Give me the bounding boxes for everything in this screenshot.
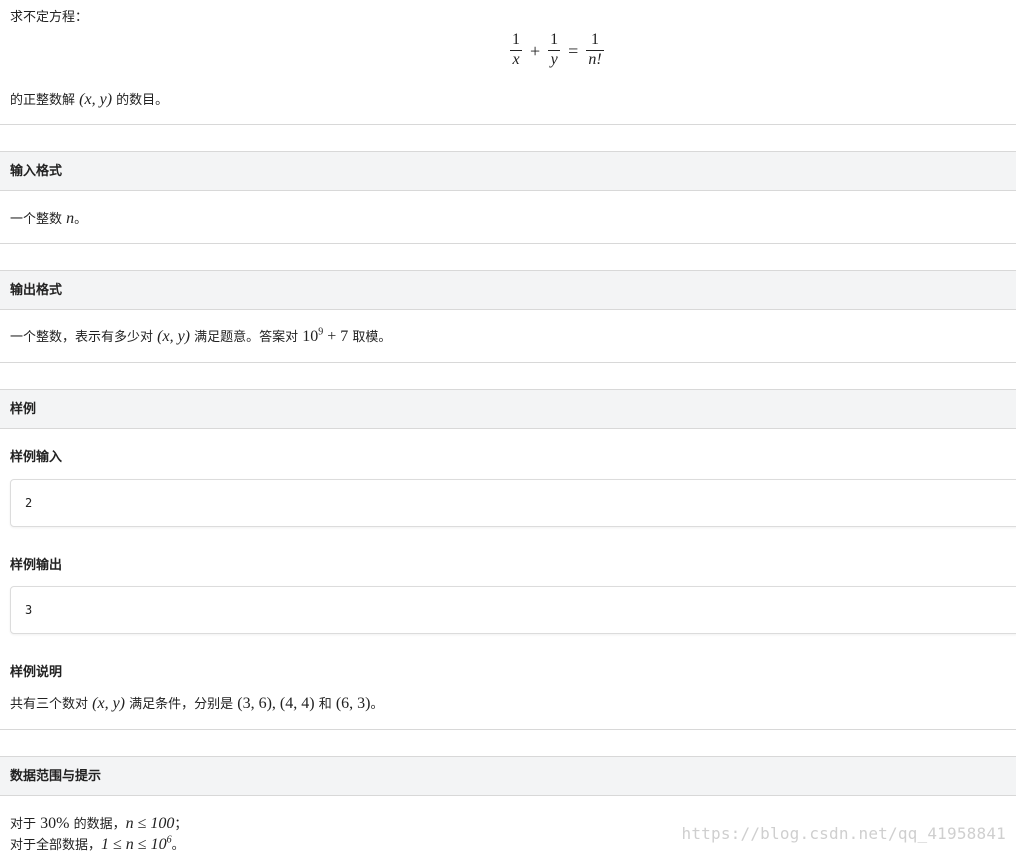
range1-math-percent: 30% (40, 815, 70, 832)
section-header-sample: 样例 (0, 389, 1016, 429)
explain-and: 和 (314, 697, 336, 712)
range-line-1: 对于 30% 的数据，n ≤ 100； (10, 813, 187, 833)
section-header-range: 数据范围与提示 (0, 756, 1016, 796)
section-header-input: 输入格式 (0, 151, 1016, 191)
plus-sign: + (530, 41, 541, 62)
output-math-mod: 109 + 7 (302, 327, 349, 345)
range2-suffix: 。 (171, 838, 185, 853)
main-equation: 1 x + 1 y = 1 n! (510, 31, 604, 69)
problem-intro: 求不定方程： (10, 6, 1000, 25)
fraction-1-over-n-factorial: 1 n! (586, 31, 604, 69)
explain-math-pair: (x, y) (92, 695, 125, 712)
divider (0, 124, 1016, 125)
explain-suffix: 。 (370, 697, 384, 712)
output-math-mod-base: 10 (302, 328, 319, 345)
fraction-1-over-x: 1 x (510, 31, 522, 69)
input-math-n: n (66, 210, 75, 227)
input-desc-prefix: 一个整数 (10, 212, 67, 227)
divider (0, 243, 1016, 244)
fraction-denominator: y (550, 50, 558, 68)
fraction-numerator: 1 (512, 31, 520, 48)
intro-line-1: 求不定方程： (10, 10, 89, 25)
intro-line-2-suffix: 的数目。 (116, 93, 169, 108)
explain-mid: 满足条件，分别是 (125, 697, 238, 712)
output-desc-suffix: 取模。 (348, 330, 392, 345)
input-description: 一个整数 n。 (10, 208, 87, 228)
explain-math-last: (6, 3) (335, 695, 371, 712)
range2-math-base: 1 ≤ n ≤ 10 (101, 836, 167, 853)
blog-watermark: https://blog.csdn.net/qq_41958841 (681, 824, 1006, 843)
fraction-denominator: n! (588, 50, 602, 68)
explain-prefix: 共有三个数对 (10, 697, 93, 712)
sample-output-label: 样例输出 (10, 558, 63, 573)
output-math-pair: (x, y) (157, 328, 190, 345)
intro-math-pair: (x, y) (79, 91, 113, 108)
sample-input-label: 样例输入 (10, 450, 63, 465)
range-line-2: 对于全部数据，1 ≤ n ≤ 106。 (10, 834, 185, 854)
output-desc-prefix: 一个整数，表示有多少对 (10, 330, 158, 345)
range2-math-bound: 1 ≤ n ≤ 106 (101, 835, 172, 853)
section-header-output: 输出格式 (0, 270, 1016, 310)
sample-explanation-label: 样例说明 (10, 665, 63, 680)
fraction-numerator: 1 (590, 31, 599, 48)
fraction-1-over-y: 1 y (548, 31, 561, 69)
sample-output-box[interactable]: 3 (10, 586, 1016, 634)
input-desc-suffix: 。 (74, 212, 88, 227)
intro-line-2: 的正整数解 (x, y) 的数目。 (10, 89, 168, 109)
fraction-numerator: 1 (550, 31, 559, 48)
range1-prefix: 对于 (10, 817, 41, 832)
divider (0, 362, 1016, 363)
sample-explanation: 共有三个数对 (x, y) 满足条件，分别是 (3, 6), (4, 4) 和 … (10, 693, 384, 713)
range1-math-bound: n ≤ 100 (125, 815, 175, 832)
intro-line-2-prefix: 的正整数解 (10, 93, 76, 108)
divider (0, 729, 1016, 730)
output-desc-mid: 满足题意。答案对 (190, 330, 303, 345)
sample-input-box[interactable]: 2 (10, 479, 1016, 527)
equals-sign: = (568, 41, 579, 62)
range1-suffix: ； (174, 817, 188, 832)
explain-math-solutions: (3, 6), (4, 4) (237, 695, 315, 712)
range1-mid: 的数据， (69, 817, 126, 832)
range2-prefix: 对于全部数据， (10, 838, 102, 853)
output-description: 一个整数，表示有多少对 (x, y) 满足题意。答案对 109 + 7 取模。 (10, 326, 391, 346)
output-math-mod-rest: + 7 (323, 328, 349, 345)
fraction-denominator: x (512, 50, 520, 68)
